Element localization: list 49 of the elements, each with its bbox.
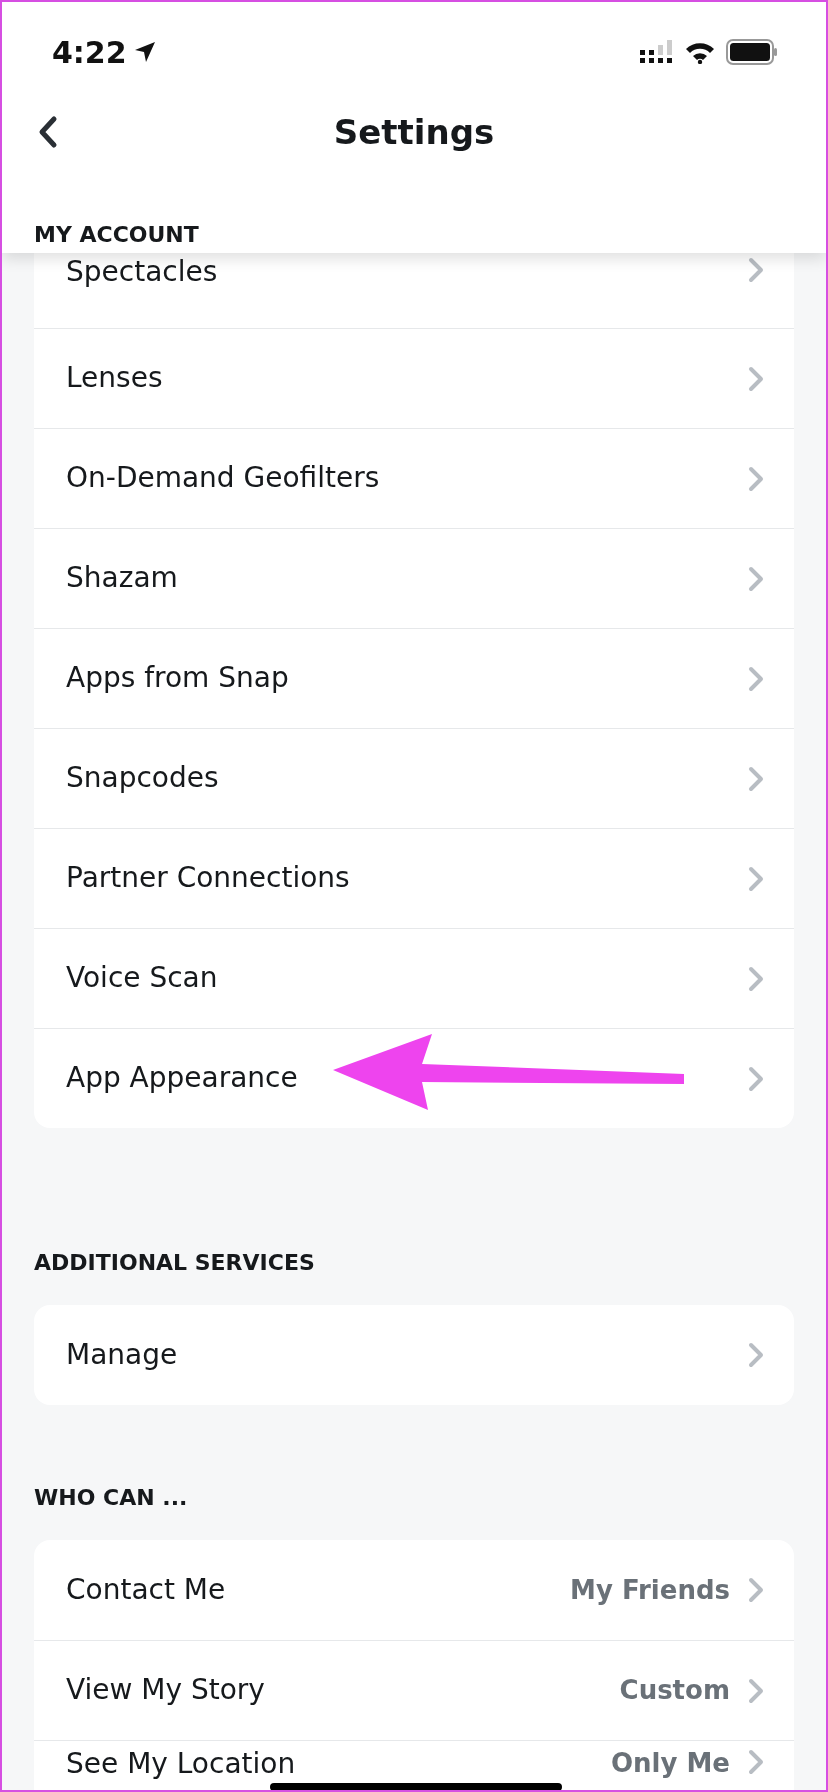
settings-row[interactable]: Snapcodes xyxy=(34,728,794,828)
row-label: Shazam xyxy=(66,563,178,594)
settings-row[interactable]: Apps from Snap xyxy=(34,628,794,728)
chevron-right-icon xyxy=(748,1065,764,1092)
section-header: ADDITIONAL SERVICES xyxy=(34,1250,316,1275)
battery-icon xyxy=(726,39,778,65)
row-value: My Friends xyxy=(570,1575,730,1605)
status-time: 4:22 xyxy=(52,34,157,70)
settings-row[interactable]: Shazam xyxy=(34,528,794,628)
row-label: View My Story xyxy=(66,1675,265,1706)
row-label: Partner Connections xyxy=(66,863,350,894)
row-label: Contact Me xyxy=(66,1574,226,1606)
chevron-right-icon xyxy=(748,1342,764,1368)
section-header: MY ACCOUNT xyxy=(34,222,200,247)
settings-row[interactable]: Contact Me My Friends xyxy=(34,1540,794,1640)
row-label: Voice Scan xyxy=(66,963,218,994)
chevron-right-icon xyxy=(748,365,764,392)
settings-row[interactable]: Lenses xyxy=(34,328,794,428)
chevron-right-icon xyxy=(748,1677,764,1704)
row-label: Apps from Snap xyxy=(66,663,289,694)
wifi-icon xyxy=(684,40,716,64)
chevron-right-icon xyxy=(748,1749,764,1775)
settings-row[interactable]: Voice Scan xyxy=(34,928,794,1028)
row-label: Snapcodes xyxy=(66,763,219,794)
settings-row[interactable]: On-Demand Geofilters xyxy=(34,428,794,528)
row-label: Lenses xyxy=(66,363,163,394)
chevron-right-icon xyxy=(748,765,764,792)
signal-icon xyxy=(640,40,674,64)
section-header: WHO CAN ... xyxy=(34,1485,189,1510)
chevron-right-icon xyxy=(748,665,764,692)
row-label: Manage xyxy=(66,1339,178,1371)
row-value: Only Me xyxy=(610,1749,730,1778)
settings-row[interactable]: Partner Connections xyxy=(34,828,794,928)
row-value: Custom xyxy=(619,1676,730,1705)
chevron-right-icon xyxy=(748,565,764,592)
chevron-left-icon xyxy=(37,115,59,149)
chevron-right-icon xyxy=(748,1577,764,1603)
chevron-right-icon xyxy=(748,257,764,283)
chevron-right-icon xyxy=(748,965,764,992)
row-label: See My Location xyxy=(66,1749,296,1780)
row-label: Spectacles xyxy=(66,257,218,288)
settings-row[interactable]: Spectacles xyxy=(34,253,794,328)
settings-row[interactable]: View My Story Custom xyxy=(34,1640,794,1740)
page-title: Settings xyxy=(333,112,495,152)
chevron-right-icon xyxy=(748,465,764,492)
settings-row[interactable]: Manage xyxy=(34,1305,794,1405)
row-label: On-Demand Geofilters xyxy=(66,463,380,494)
chevron-right-icon xyxy=(748,865,764,892)
row-label: App Appearance xyxy=(66,1063,298,1094)
